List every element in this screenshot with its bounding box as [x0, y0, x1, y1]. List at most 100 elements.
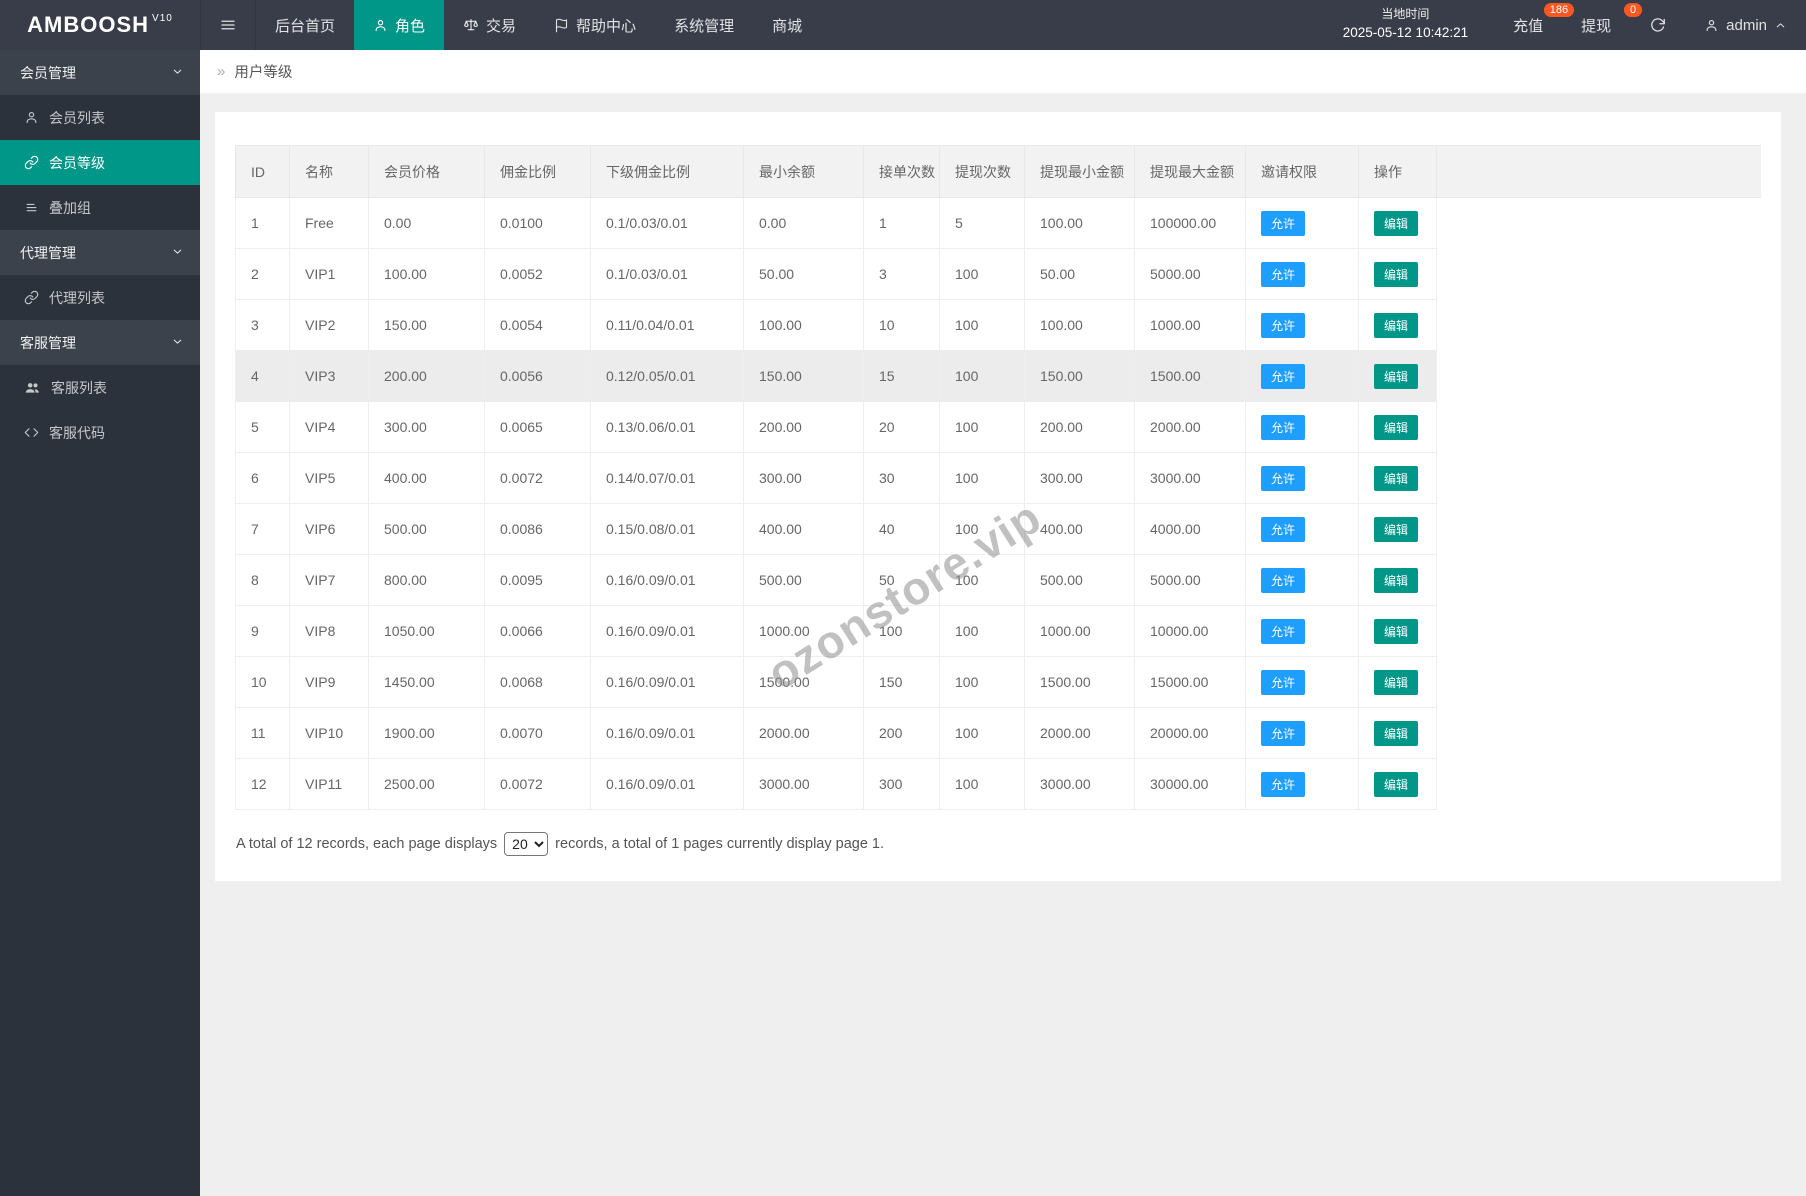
table-cell: 100: [863, 605, 940, 657]
sidebar-group-0[interactable]: 会员管理: [0, 50, 200, 95]
invite-permission-cell: 允许: [1245, 197, 1359, 249]
sidebar: 会员管理 会员列表 会员等级 叠加组代理管理代理列表客服管理客服列表客服代码: [0, 50, 200, 1196]
sidebar-item[interactable]: 客服代码: [0, 410, 200, 455]
table-cell: Free: [289, 197, 369, 249]
recharge-button[interactable]: 充值 186: [1494, 0, 1575, 50]
table-cell: 0.16/0.09/0.01: [590, 707, 744, 759]
sidebar-item[interactable]: 叠加组: [0, 185, 200, 230]
allow-button[interactable]: 允许: [1261, 261, 1306, 287]
sidebar-group-label: 代理管理: [20, 244, 76, 261]
table-cell: 1000.00: [1024, 605, 1135, 657]
column-header: 佣金比例: [484, 145, 591, 198]
local-time-value: 2025-05-12 10:42:21: [1342, 25, 1469, 40]
edit-button[interactable]: 编辑: [1374, 567, 1419, 593]
sidebar-toggle-button[interactable]: [200, 0, 256, 50]
table-cell: 50: [863, 554, 940, 606]
table-cell: 0.0072: [484, 452, 591, 504]
action-cell: 编辑: [1358, 554, 1437, 606]
table-cell: 200.00: [1024, 401, 1135, 453]
sidebar-group-2[interactable]: 客服管理: [0, 320, 200, 365]
table-row: 9 VIP8 1050.00 0.0066 0.16/0.09/0.01 1000.00 1…: [235, 605, 1761, 657]
table-cell: 10000.00: [1134, 605, 1246, 657]
sidebar-item[interactable]: 会员等级: [0, 140, 200, 185]
table-cell: 5: [939, 197, 1025, 249]
allow-button[interactable]: 允许: [1261, 363, 1306, 389]
allow-button[interactable]: 允许: [1261, 720, 1306, 746]
table-row: 4 VIP3 200.00 0.0056 0.12/0.05/0.01 150.00 15 1…: [235, 350, 1761, 402]
table-row: 2 VIP1 100.00 0.0052 0.1/0.03/0.01 50.00 3 100 5…: [235, 248, 1761, 300]
nav-item-role[interactable]: 角色: [354, 0, 445, 50]
filler-cell: [1436, 350, 1761, 402]
edit-button[interactable]: 编辑: [1374, 363, 1419, 389]
table-row: 5 VIP4 300.00 0.0065 0.13/0.06/0.01 200.00 20 1…: [235, 401, 1761, 453]
table-cell: 400.00: [743, 503, 864, 555]
local-time-label: 当地时间: [1381, 7, 1430, 21]
table-cell: 100.00: [1024, 299, 1135, 351]
table-cell: VIP4: [289, 401, 369, 453]
edit-button[interactable]: 编辑: [1374, 210, 1419, 236]
allow-button[interactable]: 允许: [1261, 210, 1306, 236]
allow-button[interactable]: 允许: [1261, 312, 1306, 338]
table-cell: 1000.00: [1134, 299, 1246, 351]
allow-button[interactable]: 允许: [1261, 567, 1306, 593]
nav-item-home[interactable]: 后台首页: [256, 0, 354, 50]
edit-button[interactable]: 编辑: [1374, 618, 1419, 644]
sidebar-item[interactable]: 客服列表: [0, 365, 200, 410]
table-cell: 1500.00: [743, 656, 864, 708]
table-cell: 30: [863, 452, 940, 504]
invite-permission-cell: 允许: [1245, 248, 1359, 300]
invite-permission-cell: 允许: [1245, 350, 1359, 402]
table-cell: 0.0065: [484, 401, 591, 453]
content-card: ID 名称 会员价格 佣金比例 下级佣金比例 最小余额 接单次数 提现次数 提现最小金额 提现最大…: [215, 112, 1781, 881]
user-menu[interactable]: admin: [1685, 0, 1806, 50]
sidebar-item[interactable]: 会员列表: [0, 95, 200, 140]
edit-button[interactable]: 编辑: [1374, 414, 1419, 440]
nav-item-system[interactable]: 系统管理: [655, 0, 753, 50]
page-size-select[interactable]: 20: [504, 832, 549, 856]
withdraw-label: 提现: [1581, 17, 1612, 35]
refresh-button[interactable]: [1630, 0, 1685, 50]
breadcrumb-arrow-icon: »: [217, 63, 226, 80]
flag-icon: [554, 18, 569, 33]
allow-button[interactable]: 允许: [1261, 465, 1306, 491]
column-header: 会员价格: [368, 145, 485, 198]
allow-button[interactable]: 允许: [1261, 771, 1306, 797]
table-cell: 5000.00: [1134, 554, 1246, 606]
allow-button[interactable]: 允许: [1261, 618, 1306, 644]
edit-button[interactable]: 编辑: [1374, 720, 1419, 746]
sidebar-item[interactable]: 代理列表: [0, 275, 200, 320]
nav-item-mall[interactable]: 商城: [753, 0, 821, 50]
table-cell: VIP8: [289, 605, 369, 657]
nav-item-label: 后台首页: [275, 17, 336, 35]
edit-button[interactable]: 编辑: [1374, 312, 1419, 338]
filler-cell: [1436, 503, 1761, 555]
nav-item-trade[interactable]: 交易: [444, 0, 535, 50]
code-icon: [24, 425, 39, 440]
edit-button[interactable]: 编辑: [1374, 465, 1419, 491]
table-cell: 20: [863, 401, 940, 453]
table-cell: 0.0100: [484, 197, 591, 249]
table-header-row: ID 名称 会员价格 佣金比例 下级佣金比例 最小余额 接单次数 提现次数 提现最小金额 提现最大…: [235, 145, 1761, 198]
invite-permission-cell: 允许: [1245, 656, 1359, 708]
link-icon: [24, 290, 39, 305]
column-header: 下级佣金比例: [590, 145, 744, 198]
allow-button[interactable]: 允许: [1261, 669, 1306, 695]
sidebar-group-1[interactable]: 代理管理: [0, 230, 200, 275]
table-cell: VIP10: [289, 707, 369, 759]
edit-button[interactable]: 编辑: [1374, 261, 1419, 287]
sidebar-item-label: 客服列表: [51, 379, 107, 396]
edit-button[interactable]: 编辑: [1374, 771, 1419, 797]
nav-item-help[interactable]: 帮助中心: [535, 0, 655, 50]
refresh-icon: [1649, 17, 1666, 34]
table-cell: 20000.00: [1134, 707, 1246, 759]
chevron-down-icon: [171, 335, 184, 348]
table-cell: 100: [939, 452, 1025, 504]
edit-button[interactable]: 编辑: [1374, 516, 1419, 542]
sidebar-item-label: 代理列表: [49, 289, 105, 306]
table-cell: 500.00: [368, 503, 485, 555]
allow-button[interactable]: 允许: [1261, 516, 1306, 542]
withdraw-button[interactable]: 提现 0: [1562, 0, 1643, 50]
allow-button[interactable]: 允许: [1261, 414, 1306, 440]
edit-button[interactable]: 编辑: [1374, 669, 1419, 695]
table-row: 6 VIP5 400.00 0.0072 0.14/0.07/0.01 300.00 30 1…: [235, 452, 1761, 504]
